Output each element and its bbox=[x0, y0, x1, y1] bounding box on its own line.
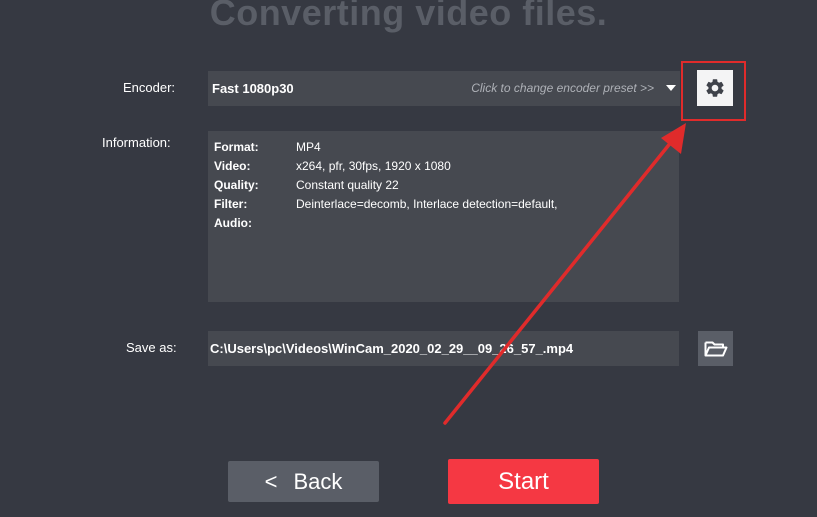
encoder-settings-button[interactable] bbox=[697, 70, 733, 106]
back-button[interactable]: < Back bbox=[228, 461, 379, 502]
info-key: Video: bbox=[214, 158, 251, 173]
info-row-video: Video: x264, pfr, 30fps, 1920 x 1080 bbox=[214, 156, 673, 175]
save-path-field[interactable]: C:\Users\pc\Videos\WinCam_2020_02_29__09… bbox=[208, 331, 679, 366]
start-button-label: Start bbox=[498, 467, 549, 495]
info-key: Audio: bbox=[214, 216, 252, 231]
page-title: Converting video files. bbox=[209, 0, 608, 33]
information-panel: Format: MP4 Video: x264, pfr, 30fps, 192… bbox=[208, 131, 679, 302]
info-key: Filter: bbox=[214, 197, 248, 212]
gear-icon bbox=[706, 79, 724, 97]
encoder-hint: Click to change encoder preset >> bbox=[471, 81, 654, 95]
encoder-label: Encoder: bbox=[123, 80, 176, 95]
folder-open-icon bbox=[704, 341, 727, 356]
info-value: Constant quality 22 bbox=[296, 177, 399, 192]
back-chevron-icon: < bbox=[264, 468, 278, 494]
encoder-preset-select[interactable]: Fast 1080p30 Click to change encoder pre… bbox=[208, 71, 680, 106]
start-button[interactable]: Start bbox=[448, 459, 599, 504]
info-row-filter: Filter: Deinterlace=decomb, Interlace de… bbox=[214, 195, 673, 214]
info-key: Format: bbox=[214, 139, 259, 154]
browse-folder-button[interactable] bbox=[698, 331, 733, 366]
info-row-format: Format: MP4 bbox=[214, 137, 673, 156]
information-label: Information: bbox=[102, 135, 171, 150]
save-as-label: Save as: bbox=[126, 340, 177, 355]
back-button-label: Back bbox=[293, 468, 343, 494]
encoder-value: Fast 1080p30 bbox=[212, 81, 294, 96]
info-value: MP4 bbox=[296, 139, 321, 154]
info-key: Quality: bbox=[214, 177, 259, 192]
info-row-quality: Quality: Constant quality 22 bbox=[214, 175, 673, 194]
info-value: Deinterlace=decomb, Interlace detection=… bbox=[296, 197, 558, 212]
dropdown-arrow-icon[interactable] bbox=[666, 85, 676, 91]
info-value: x264, pfr, 30fps, 1920 x 1080 bbox=[296, 158, 451, 173]
info-row-audio: Audio: bbox=[214, 214, 673, 233]
